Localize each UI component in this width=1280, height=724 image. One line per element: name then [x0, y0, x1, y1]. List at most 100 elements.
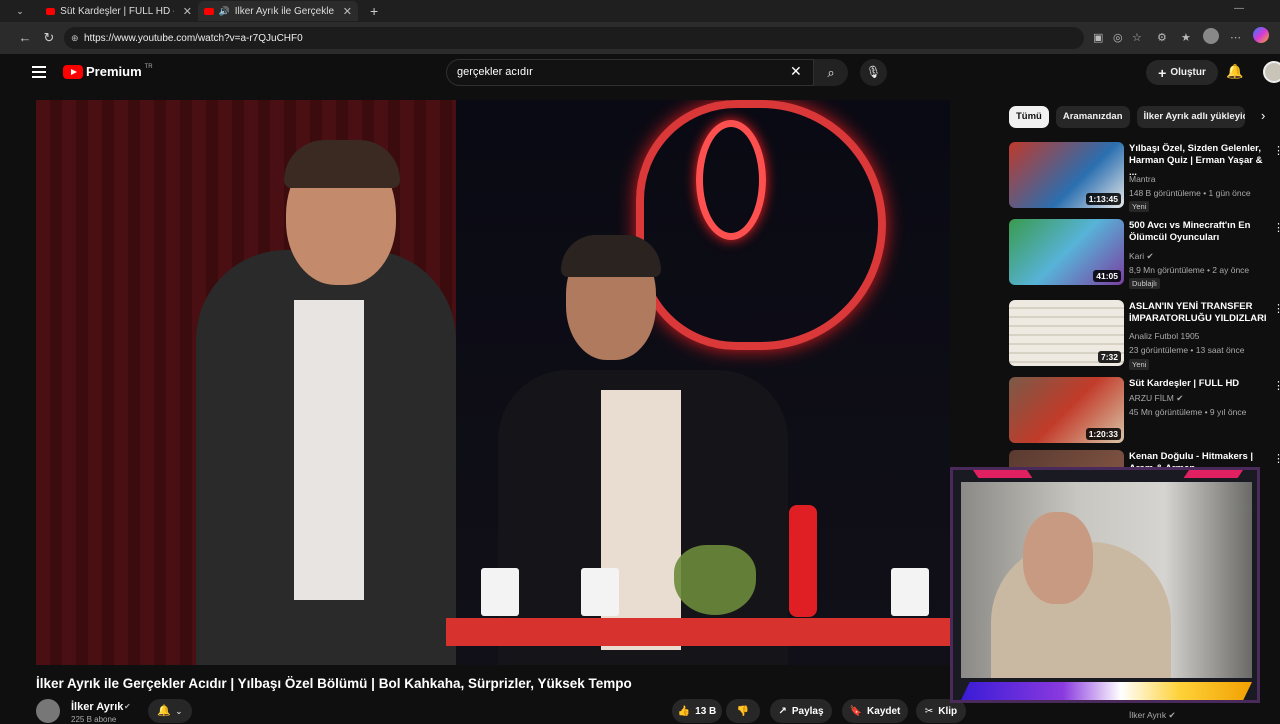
logo-text: Premium — [86, 64, 142, 79]
bell-icon: 🔔 — [157, 705, 172, 717]
recommendation-meta: 23 görüntüleme • 13 saat önce — [1129, 345, 1245, 355]
more-vertical-icon[interactable]: ⋮ — [1273, 144, 1280, 157]
like-button[interactable]: 👍 13 B — [672, 699, 722, 723]
voice-search-button[interactable]: 🎙 — [860, 59, 887, 86]
account-avatar[interactable] — [1263, 61, 1280, 83]
video-action-row: İlker Ayrık ✔ 225 B abone 🔔 ⌄ 👍 13 B 👎 ↗ … — [36, 699, 966, 724]
video-thumbnail[interactable]: 1:13:45 — [1009, 142, 1124, 208]
scissors-icon: ✂ — [924, 705, 934, 717]
partial-recommendation-channel: İlker Ayrık ✔ — [1129, 710, 1176, 720]
favorite-star-icon[interactable]: ☆ — [1132, 31, 1142, 44]
more-vertical-icon[interactable]: ⋮ — [1273, 379, 1280, 392]
channel-avatar[interactable] — [36, 699, 60, 723]
reload-icon[interactable]: ↻ — [38, 30, 60, 46]
video-duration: 1:13:45 — [1085, 193, 1121, 205]
webcam-frame-top-decoration — [973, 470, 1243, 478]
verified-icon: ✔ — [1176, 393, 1184, 403]
chevron-right-icon[interactable]: › — [1261, 108, 1265, 123]
like-count: 13 B — [695, 705, 717, 717]
video-player[interactable] — [36, 100, 950, 665]
youtube-favicon-icon — [204, 7, 214, 15]
verified-icon: ✔ — [1168, 710, 1176, 720]
recommendation-channel[interactable]: Kari ✔ — [1129, 251, 1154, 262]
youtube-play-icon — [63, 64, 83, 79]
favorites-icon[interactable]: ★ — [1181, 31, 1191, 44]
video-title: İlker Ayrık ile Gerçekler Acıdır | Yılba… — [36, 676, 632, 691]
url-field[interactable]: ⊕ https://www.youtube.com/watch?v=a-r7QJ… — [64, 27, 1084, 49]
more-vertical-icon[interactable]: ⋮ — [1273, 221, 1280, 234]
create-button[interactable]: + Oluştur — [1146, 60, 1218, 85]
new-badge: Yeni — [1129, 359, 1150, 370]
webcam-frame-gradient-bar — [961, 682, 1252, 700]
plus-icon: + — [1158, 64, 1167, 81]
youtube-favicon-icon — [46, 7, 56, 15]
recommendation-channel[interactable]: Analiz Futbol 1905 — [1129, 331, 1199, 341]
browser-tab-bar: ⌄ Süt Kardeşler | FULL HD - YouTube ✕ 🔊 … — [0, 0, 1280, 22]
notifications-bell-icon[interactable]: 🔔 — [1226, 63, 1243, 80]
browser-tab-1[interactable]: Süt Kardeşler | FULL HD - YouTube ✕ — [40, 1, 198, 21]
save-label: Kaydet — [867, 705, 901, 717]
recommendation-title[interactable]: 500 Avcı vs Minecraft'ın En Ölümcül Oyun… — [1129, 220, 1269, 244]
recommendation-item[interactable]: 1:13:45 Yılbaşı Özel, Sizden Gelenler, H… — [1009, 142, 1280, 212]
chip-from-search[interactable]: Aramanızdan — [1055, 106, 1130, 128]
minimize-window-icon[interactable]: — — [1234, 3, 1244, 14]
speaker-icon: 🔊 — [218, 5, 230, 16]
glass-bowl — [674, 545, 756, 615]
close-tab-icon[interactable]: ✕ — [183, 5, 192, 18]
recommendation-filter-chips: Tümü Aramanızdan İlker Ayrık adlı yükley… — [1009, 106, 1245, 128]
browser-address-row: ← ↻ ⊕ https://www.youtube.com/watch?v=a-… — [0, 22, 1280, 54]
search-icon: ⌕ — [827, 65, 835, 80]
recommendation-item[interactable]: 7:32 ASLAN'IN YENİ TRANSFER İMPARATORLUĞ… — [1009, 300, 1280, 370]
more-options-icon[interactable]: ⋯ — [1230, 31, 1241, 44]
tracking-prevention-icon[interactable]: ◎ — [1113, 31, 1123, 44]
profile-avatar-icon[interactable] — [1203, 28, 1219, 44]
tab-list-chevron-icon[interactable]: ⌄ — [0, 6, 40, 17]
mug — [891, 568, 929, 616]
channel-name[interactable]: İlker Ayrık — [71, 701, 123, 713]
video-duration: 1:20:33 — [1085, 428, 1121, 440]
share-label: Paylaş — [791, 705, 824, 717]
share-arrow-icon: ↗ — [778, 705, 787, 717]
recommendation-title[interactable]: ASLAN'IN YENİ TRANSFER İMPARATORLUĞU YIL… — [1129, 301, 1269, 325]
recommendation-item[interactable]: 41:05 500 Avcı vs Minecraft'ın En Ölümcü… — [1009, 219, 1280, 289]
search-input[interactable]: gerçekler acıdır — [446, 59, 814, 86]
chip-uploader[interactable]: İlker Ayrık adlı yükleyici — [1136, 106, 1245, 128]
more-vertical-icon[interactable]: ⋮ — [1273, 452, 1280, 465]
save-button[interactable]: 🔖 Kaydet — [842, 699, 908, 723]
recommendation-channel[interactable]: ARZU FİLM ✔ — [1129, 393, 1183, 404]
subscription-bell-button[interactable]: 🔔 ⌄ — [148, 699, 192, 723]
menu-hamburger-icon[interactable] — [32, 66, 46, 81]
chip-all[interactable]: Tümü — [1009, 106, 1049, 128]
video-thumbnail[interactable]: 41:05 — [1009, 219, 1124, 285]
clear-search-icon[interactable]: ✕ — [790, 63, 802, 80]
close-tab-icon[interactable]: ✕ — [343, 5, 352, 18]
search-button[interactable]: ⌕ — [814, 59, 848, 86]
video-thumbnail[interactable]: 7:32 — [1009, 300, 1124, 366]
bookmark-icon: 🔖 — [849, 705, 863, 717]
recommendation-item[interactable]: 1:20:33 Süt Kardeşler | FULL HD ARZU FİL… — [1009, 377, 1280, 447]
more-vertical-icon[interactable]: ⋮ — [1273, 302, 1280, 315]
guest-hair — [561, 235, 661, 277]
new-tab-icon[interactable]: + — [370, 3, 378, 19]
browser-tab-label: Süt Kardeşler | FULL HD - YouTube — [60, 5, 174, 17]
copilot-icon[interactable] — [1253, 27, 1269, 43]
share-button[interactable]: ↗ Paylaş — [770, 699, 832, 723]
video-duration: 41:05 — [1093, 270, 1121, 282]
site-info-icon[interactable]: ⊕ — [71, 33, 79, 44]
dubbed-badge: Dublajlı — [1129, 278, 1161, 289]
video-thumbnail[interactable]: 1:20:33 — [1009, 377, 1124, 443]
dislike-button[interactable]: 👎 — [726, 699, 760, 723]
host-shirt — [294, 300, 364, 600]
extensions-icon[interactable]: ⚙ — [1157, 31, 1167, 44]
create-label: Oluştur — [1170, 67, 1206, 78]
browser-tab-2[interactable]: 🔊 İlker Ayrık ile Gerçekler Acıdır ✕ — [198, 1, 358, 21]
back-arrow-icon[interactable]: ← — [14, 30, 36, 45]
mug — [581, 568, 619, 616]
thumbs-down-icon: 👎 — [736, 705, 750, 717]
recommendation-channel[interactable]: Mantra — [1129, 174, 1155, 184]
recommendation-title[interactable]: Süt Kardeşler | FULL HD — [1129, 378, 1269, 390]
chevron-down-icon: ⌄ — [175, 706, 183, 716]
youtube-premium-logo[interactable]: Premium TR — [63, 64, 153, 79]
reader-mode-icon[interactable]: ▣ — [1093, 31, 1103, 44]
host-hair — [284, 140, 400, 188]
